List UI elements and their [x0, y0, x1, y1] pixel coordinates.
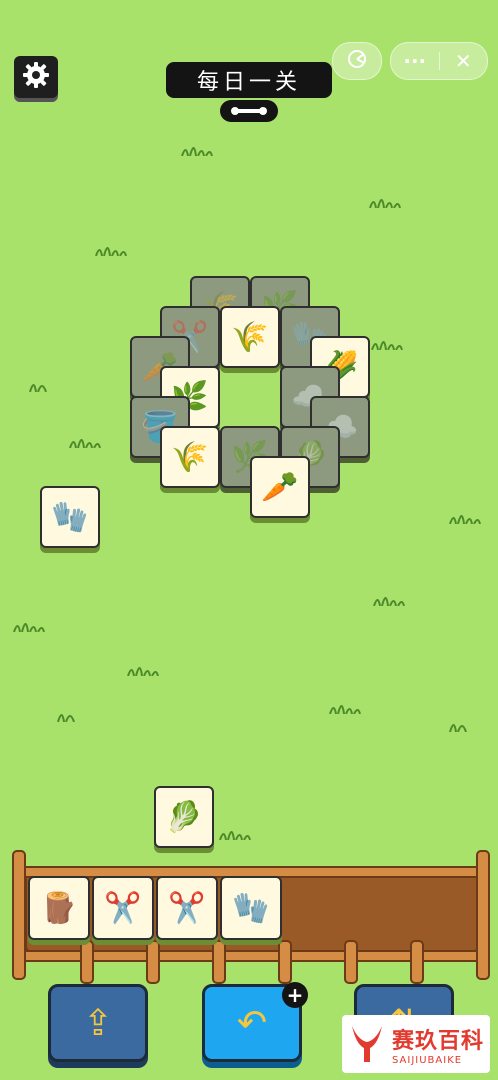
grass-tuft-icon	[448, 508, 482, 525]
grass-tuft-icon	[448, 716, 468, 733]
grass-tuft-icon	[94, 240, 128, 257]
pruning-shears-icon: ✂️	[104, 890, 142, 926]
grass-tuft-icon	[56, 706, 76, 723]
wheat-bundle-icon: 🌾	[171, 439, 209, 475]
mini-program-capsule: ··· ✕	[390, 42, 488, 80]
whale-tail-icon	[352, 1026, 382, 1062]
grass-tuft-icon	[180, 140, 214, 157]
grass-tuft-icon	[126, 660, 160, 677]
grass-tuft-icon	[12, 616, 46, 633]
tray-slot-2: ✂️	[92, 876, 154, 940]
fence-post	[278, 940, 292, 984]
tile-blue-glove[interactable]: 🧤	[40, 486, 100, 548]
tray-slot-3: ✂️	[156, 876, 218, 940]
settings-button[interactable]	[14, 56, 58, 98]
game-circle-icon	[347, 49, 367, 74]
watermark-title: 赛玖百科	[392, 1028, 485, 1054]
gear-icon	[21, 60, 51, 94]
grass-tuft-icon	[218, 824, 252, 841]
carrot-icon: 🥕	[261, 469, 299, 505]
fence-post	[80, 940, 94, 984]
plus-badge[interactable]: +	[282, 982, 308, 1008]
game-circle-button[interactable]	[332, 42, 382, 80]
tray-slot-4: 🧤	[220, 876, 282, 940]
more-button[interactable]: ···	[391, 49, 439, 73]
fence-post	[12, 850, 26, 980]
tree-stump-icon: 🪵	[40, 890, 78, 926]
tile-wheat-bundle[interactable]: 🌾	[160, 426, 220, 488]
tile-carrot[interactable]: 🥕	[250, 456, 310, 518]
fence-post	[410, 940, 424, 984]
cabbage-icon: 🥬	[165, 799, 203, 835]
grass-tuft-icon	[372, 590, 406, 607]
grass-tuft-icon	[68, 432, 102, 449]
tray-slot-1: 🪵	[28, 876, 90, 940]
watermark-subtitle: SAIJIUBAIKE	[392, 1054, 463, 1066]
title-toggle[interactable]	[220, 100, 278, 122]
grass-tuft-icon	[328, 698, 362, 715]
undo-arrow-icon: ↶	[236, 1002, 268, 1044]
blue-glove-icon: 🧤	[232, 890, 270, 926]
pruning-shears-icon: ✂️	[168, 890, 206, 926]
watermark-logo: 赛玖百科 SAIJIUBAIKE	[342, 1015, 490, 1073]
fence-post	[476, 850, 490, 980]
box-out-icon: ⇪	[82, 1002, 114, 1044]
grass-tuft-icon	[28, 376, 48, 393]
fence-post	[344, 940, 358, 984]
link-toggle-icon	[229, 102, 269, 121]
close-button[interactable]: ✕	[439, 49, 487, 73]
remove-tool-button[interactable]: ⇪	[48, 984, 148, 1062]
grass-tuft-icon	[368, 192, 402, 209]
tile-cabbage[interactable]: 🥬	[154, 786, 214, 848]
fence-post	[212, 940, 226, 984]
fence-post	[146, 940, 160, 984]
grass-tuft-icon	[370, 334, 404, 351]
wheat-bundle-icon: 🌾	[231, 319, 269, 355]
level-title: 每日一关	[166, 62, 332, 98]
blue-glove-icon: 🧤	[51, 499, 89, 535]
tile-wheat-bundle[interactable]: 🌾	[220, 306, 280, 368]
